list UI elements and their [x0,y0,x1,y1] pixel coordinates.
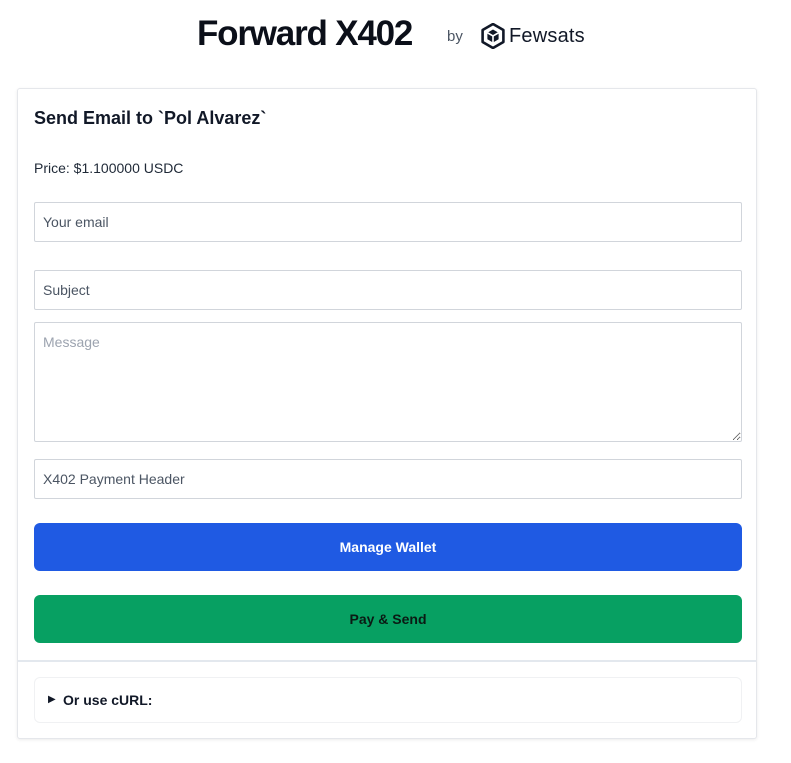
curl-summary-label[interactable]: Or use cURL: [63,692,152,708]
subject-input[interactable] [34,270,742,310]
card-title: Send Email to `Pol Alvarez` [34,108,267,128]
section-divider [18,660,756,662]
fewsats-brand-name[interactable]: Fewsats [509,25,585,48]
payment-header-input[interactable] [34,459,742,499]
disclosure-triangle-icon[interactable]: ▶ [48,694,56,705]
by-label: by [447,28,463,45]
manage-wallet-button[interactable]: Manage Wallet [34,523,742,571]
pay-send-button[interactable]: Pay & Send [34,595,742,643]
price-text: Price: $1.100000 USDC [34,160,184,176]
message-textarea[interactable] [34,322,742,442]
app-title: Forward X402 [197,14,413,53]
fewsats-logo-icon[interactable] [480,23,506,49]
email-input[interactable] [34,202,742,242]
send-email-card: Send Email to `Pol Alvarez` Price: $1.10… [17,88,757,739]
curl-disclosure[interactable]: ▶ Or use cURL: [34,677,742,723]
page-header: Forward X402 by Fewsats [0,0,791,74]
